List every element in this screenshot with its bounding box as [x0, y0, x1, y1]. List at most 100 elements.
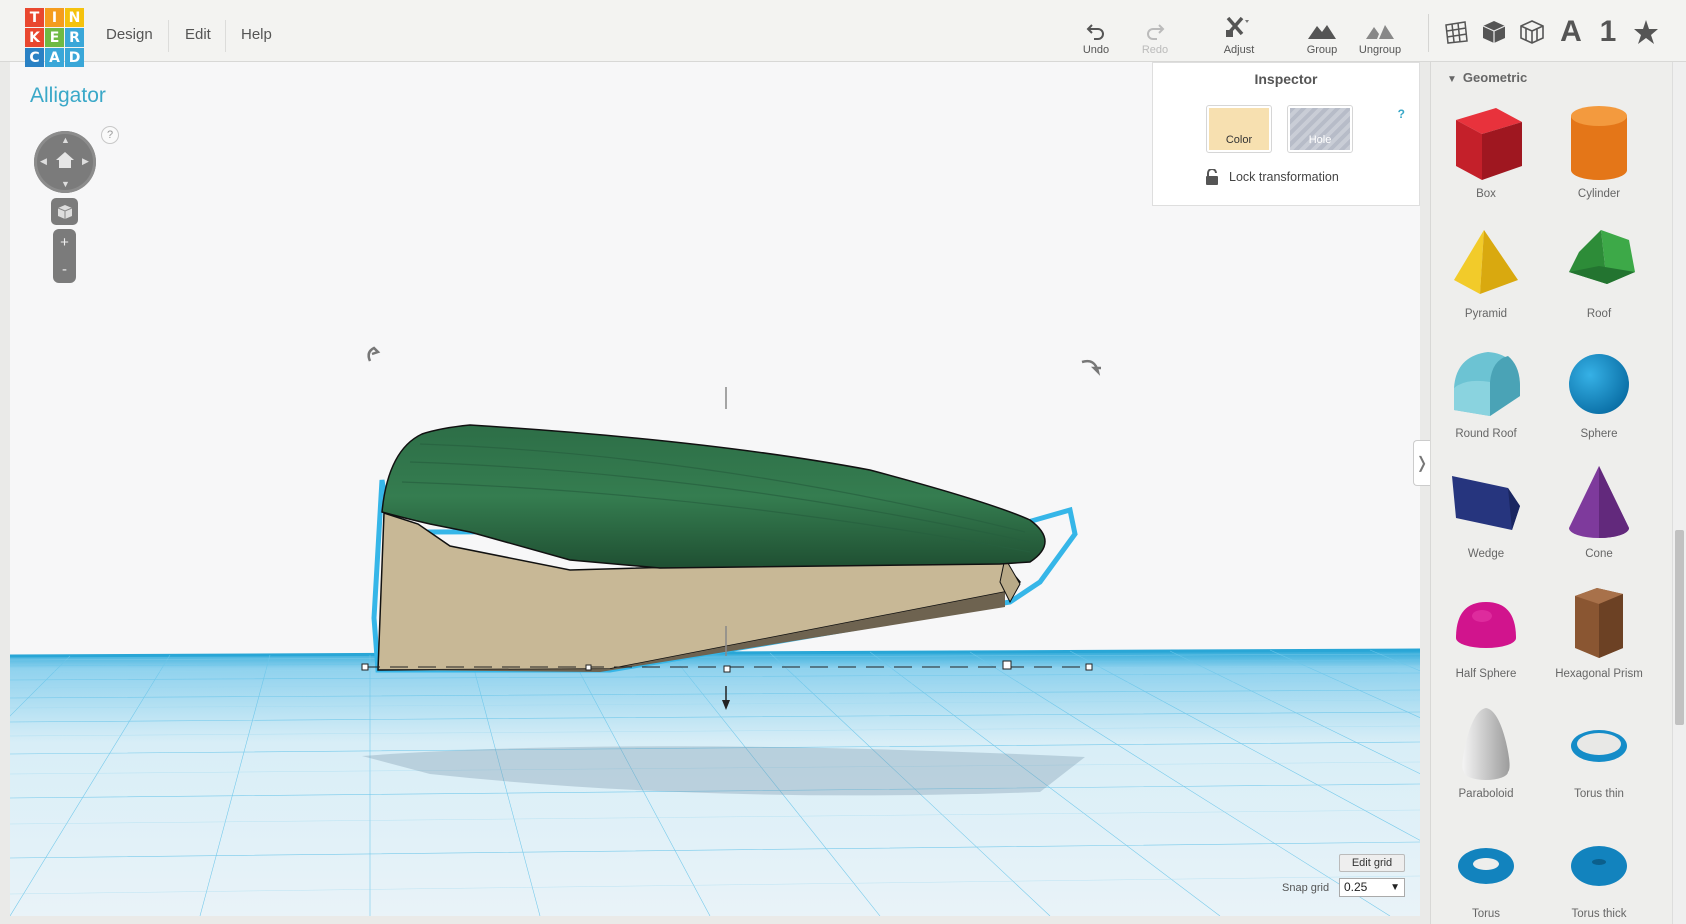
orbit-right-icon[interactable]: ▶ [82, 156, 89, 167]
zoom-control: + - [53, 229, 76, 283]
zoom-in-button[interactable]: + [53, 229, 76, 256]
orbit-left-icon[interactable]: ◀ [40, 156, 47, 167]
menu-divider [168, 20, 169, 52]
shape-library-panel: ▼ Geometric Box Cylinder Pyramid Roof Rou… [1430, 62, 1672, 924]
roof-icon [1569, 230, 1635, 284]
logo-letter: N [65, 8, 84, 27]
zoom-out-button[interactable]: - [53, 256, 76, 283]
round-roof-icon [1454, 352, 1520, 416]
shape-torus-thick[interactable]: Torus thick [1544, 822, 1654, 920]
lock-label: Lock transformation [1229, 170, 1339, 184]
nav-help-button[interactable]: ? [101, 126, 119, 144]
redo-label: Redo [1141, 44, 1169, 56]
logo-letter: A [45, 48, 64, 67]
hexagonal-prism-icon [1575, 588, 1623, 658]
shape-roof[interactable]: Roof [1544, 222, 1654, 320]
view-cube-button[interactable] [51, 198, 78, 225]
logo-letter: C [25, 48, 44, 67]
snap-grid-select[interactable]: 0.25 ▼ [1339, 878, 1405, 897]
shape-label: Hexagonal Prism [1555, 668, 1643, 680]
logo-letter: I [45, 8, 64, 27]
number-shapes-icon[interactable]: 1 [1592, 15, 1624, 48]
edit-grid-button[interactable]: Edit grid [1339, 854, 1405, 872]
favorites-star-icon[interactable] [1630, 16, 1662, 48]
logo-letter: K [25, 28, 44, 47]
library-category[interactable]: ▼ Geometric [1447, 70, 1527, 85]
shape-pyramid[interactable]: Pyramid [1431, 222, 1541, 320]
shape-label: Cone [1585, 548, 1613, 560]
menu-divider [225, 20, 226, 52]
color-button[interactable]: Color [1206, 105, 1272, 153]
torus-icon [1458, 848, 1514, 884]
inspector-help-button[interactable]: ? [1398, 107, 1405, 121]
shape-label: Box [1476, 188, 1496, 200]
logo-letter: T [25, 8, 44, 27]
cone-icon [1569, 466, 1629, 538]
shape-torus[interactable]: Torus [1431, 822, 1541, 920]
paraboloid-icon [1462, 708, 1510, 780]
chevron-right-icon: ❭ [1415, 455, 1429, 472]
shape-label: Paraboloid [1458, 788, 1514, 800]
shape-label: Roof [1586, 308, 1612, 320]
cylinder-icon [1571, 106, 1627, 180]
menu-edit[interactable]: Edit [185, 26, 211, 43]
scrollbar-thumb[interactable] [1675, 530, 1684, 725]
ungroup-button[interactable]: Ungroup [1350, 14, 1410, 56]
basic-shapes-cube-icon[interactable] [1478, 16, 1510, 48]
logo-letter: R [65, 28, 84, 47]
category-label: Geometric [1462, 70, 1528, 85]
triangle-down-icon: ▼ [1447, 74, 1457, 85]
tinkercad-editor: T I N K E R C A D Design Edit Help Undo … [0, 0, 1686, 924]
shape-wedge[interactable]: Wedge [1431, 462, 1541, 560]
adjust-icon [1209, 14, 1269, 40]
lock-transformation-toggle[interactable]: Lock transformation [1205, 169, 1339, 185]
orbit-down-icon[interactable]: ▼ [61, 179, 70, 189]
shape-torus-thin[interactable]: Torus thin [1544, 702, 1654, 800]
adjust-button[interactable]: Adjust [1209, 14, 1269, 56]
shape-label: Torus thin [1574, 788, 1624, 800]
orbit-control[interactable]: ▲ ▼ ◀ ▶ [34, 131, 96, 193]
shape-label: Half Sphere [1455, 668, 1517, 680]
ungroup-icon [1350, 14, 1410, 40]
shape-label: Torus thick [1571, 908, 1627, 920]
shape-box[interactable]: Box [1431, 102, 1541, 200]
undo-button[interactable]: Undo [1066, 14, 1126, 56]
cube-icon [57, 204, 72, 219]
alligator-model[interactable] [371, 424, 1078, 673]
menu-help[interactable]: Help [241, 26, 272, 43]
inspector-panel: Inspector ? Color Hole Lock transformati… [1152, 62, 1420, 206]
workplane-grid-icon[interactable] [1440, 16, 1472, 48]
shape-label: Sphere [1580, 428, 1618, 440]
torus-thick-icon [1571, 846, 1627, 886]
undo-icon [1066, 14, 1126, 40]
shape-label: Wedge [1467, 548, 1505, 560]
snap-grid-value: 0.25 [1344, 880, 1368, 894]
shape-paraboloid[interactable]: Paraboloid [1431, 702, 1541, 800]
library-scrollbar[interactable] [1672, 62, 1686, 924]
wedge-icon [1452, 476, 1520, 530]
inspector-title: Inspector [1254, 71, 1318, 87]
tinkercad-logo[interactable]: T I N K E R C A D [25, 8, 84, 67]
shape-sphere[interactable]: Sphere [1544, 342, 1654, 440]
torus-thin-icon [1571, 730, 1627, 762]
collapse-panel-button[interactable]: ❭ [1413, 440, 1430, 486]
half-sphere-icon [1456, 602, 1516, 648]
text-shapes-icon[interactable]: A [1555, 15, 1587, 48]
shape-cone[interactable]: Cone [1544, 462, 1654, 560]
shape-label: Cylinder [1577, 188, 1621, 200]
group-button[interactable]: Group [1292, 14, 1352, 56]
toolbar-divider [1428, 14, 1429, 52]
redo-button[interactable]: Redo [1125, 14, 1185, 56]
menu-design[interactable]: Design [106, 26, 153, 43]
shape-cylinder[interactable]: Cylinder [1544, 102, 1654, 200]
home-view-icon[interactable] [55, 151, 75, 169]
snap-grid-label: Snap grid [1282, 882, 1330, 894]
orbit-up-icon[interactable]: ▲ [61, 135, 70, 145]
wireframe-cube-icon[interactable] [1516, 16, 1548, 48]
shape-hexagonal-prism[interactable]: Hexagonal Prism [1544, 582, 1654, 680]
adjust-label: Adjust [1223, 44, 1255, 56]
shape-half-sphere[interactable]: Half Sphere [1431, 582, 1541, 680]
shape-round-roof[interactable]: Round Roof [1431, 342, 1541, 440]
hole-button[interactable]: Hole [1287, 105, 1353, 153]
group-label: Group [1306, 44, 1338, 56]
